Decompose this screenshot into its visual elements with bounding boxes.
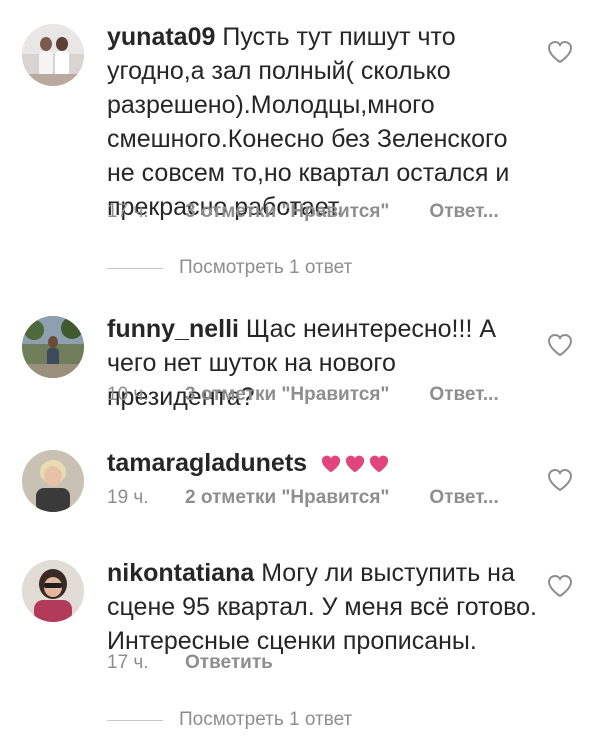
view-replies-label: Посмотреть 1 ответ [179, 257, 353, 278]
comment-time: 19 ч. [107, 487, 149, 508]
comment-username[interactable]: yunata09 [107, 23, 215, 51]
like-button[interactable] [547, 468, 573, 492]
avatar[interactable] [22, 450, 84, 512]
heart-outline-icon [547, 574, 573, 598]
heart-outline-icon [547, 40, 573, 64]
comment-meta: 17 ч. Ответить [107, 652, 273, 674]
comment-username[interactable]: funny_nelli [107, 315, 239, 343]
reply-button[interactable]: Ответить [185, 652, 273, 674]
reply-button[interactable]: Ответ... [429, 487, 498, 509]
view-replies-button[interactable]: Посмотреть 1 ответ [107, 709, 352, 731]
view-replies-label: Посмотреть 1 ответ [179, 709, 353, 730]
like-button[interactable] [547, 574, 573, 598]
heart-outline-icon [547, 333, 573, 357]
reply-button[interactable]: Ответ... [429, 201, 498, 223]
divider-line [107, 719, 163, 721]
comment-body: tamaragladunets [107, 446, 537, 483]
comment-meta: 17 ч. 3 отметки "Нравится" Ответ... [107, 201, 499, 223]
comment-time: 17 ч. [107, 201, 149, 222]
comment-meta: 10 ч. 3 отметки "Нравится" Ответ... [107, 384, 499, 406]
heart-emoji-icon [321, 455, 341, 473]
like-button[interactable] [547, 333, 573, 357]
comment-username[interactable]: tamaragladunets [107, 449, 307, 477]
likes-count[interactable]: 2 отметки "Нравится" [185, 487, 389, 509]
heart-outline-icon [547, 468, 573, 492]
comment-body: nikontatiana Могу ли выступить на сцене … [107, 556, 537, 658]
heart-emoji-icon [345, 455, 365, 473]
avatar[interactable] [22, 560, 84, 622]
comment-text: Пусть тут пишут что угодно,а зал полный(… [107, 23, 510, 221]
comment-time: 10 ч. [107, 384, 149, 405]
heart-emoji-group [320, 449, 392, 483]
avatar-photo [22, 450, 84, 512]
comment-username[interactable]: nikontatiana [107, 559, 254, 587]
divider-line [107, 267, 163, 269]
avatar[interactable] [22, 316, 84, 378]
comment-meta: 19 ч. 2 отметки "Нравится" Ответ... [107, 487, 499, 509]
view-replies-button[interactable]: Посмотреть 1 ответ [107, 257, 352, 279]
likes-count[interactable]: 3 отметки "Нравится" [185, 384, 389, 406]
comment-time: 17 ч. [107, 652, 149, 673]
avatar-photo [22, 316, 84, 378]
heart-emoji-icon [369, 455, 389, 473]
avatar[interactable] [22, 24, 84, 86]
reply-button[interactable]: Ответ... [429, 384, 498, 406]
avatar-photo [22, 24, 84, 86]
avatar-photo [22, 560, 84, 622]
comment-body: yunata09 Пусть тут пишут что угодно,а за… [107, 20, 537, 224]
likes-count[interactable]: 3 отметки "Нравится" [185, 201, 389, 223]
like-button[interactable] [547, 40, 573, 64]
